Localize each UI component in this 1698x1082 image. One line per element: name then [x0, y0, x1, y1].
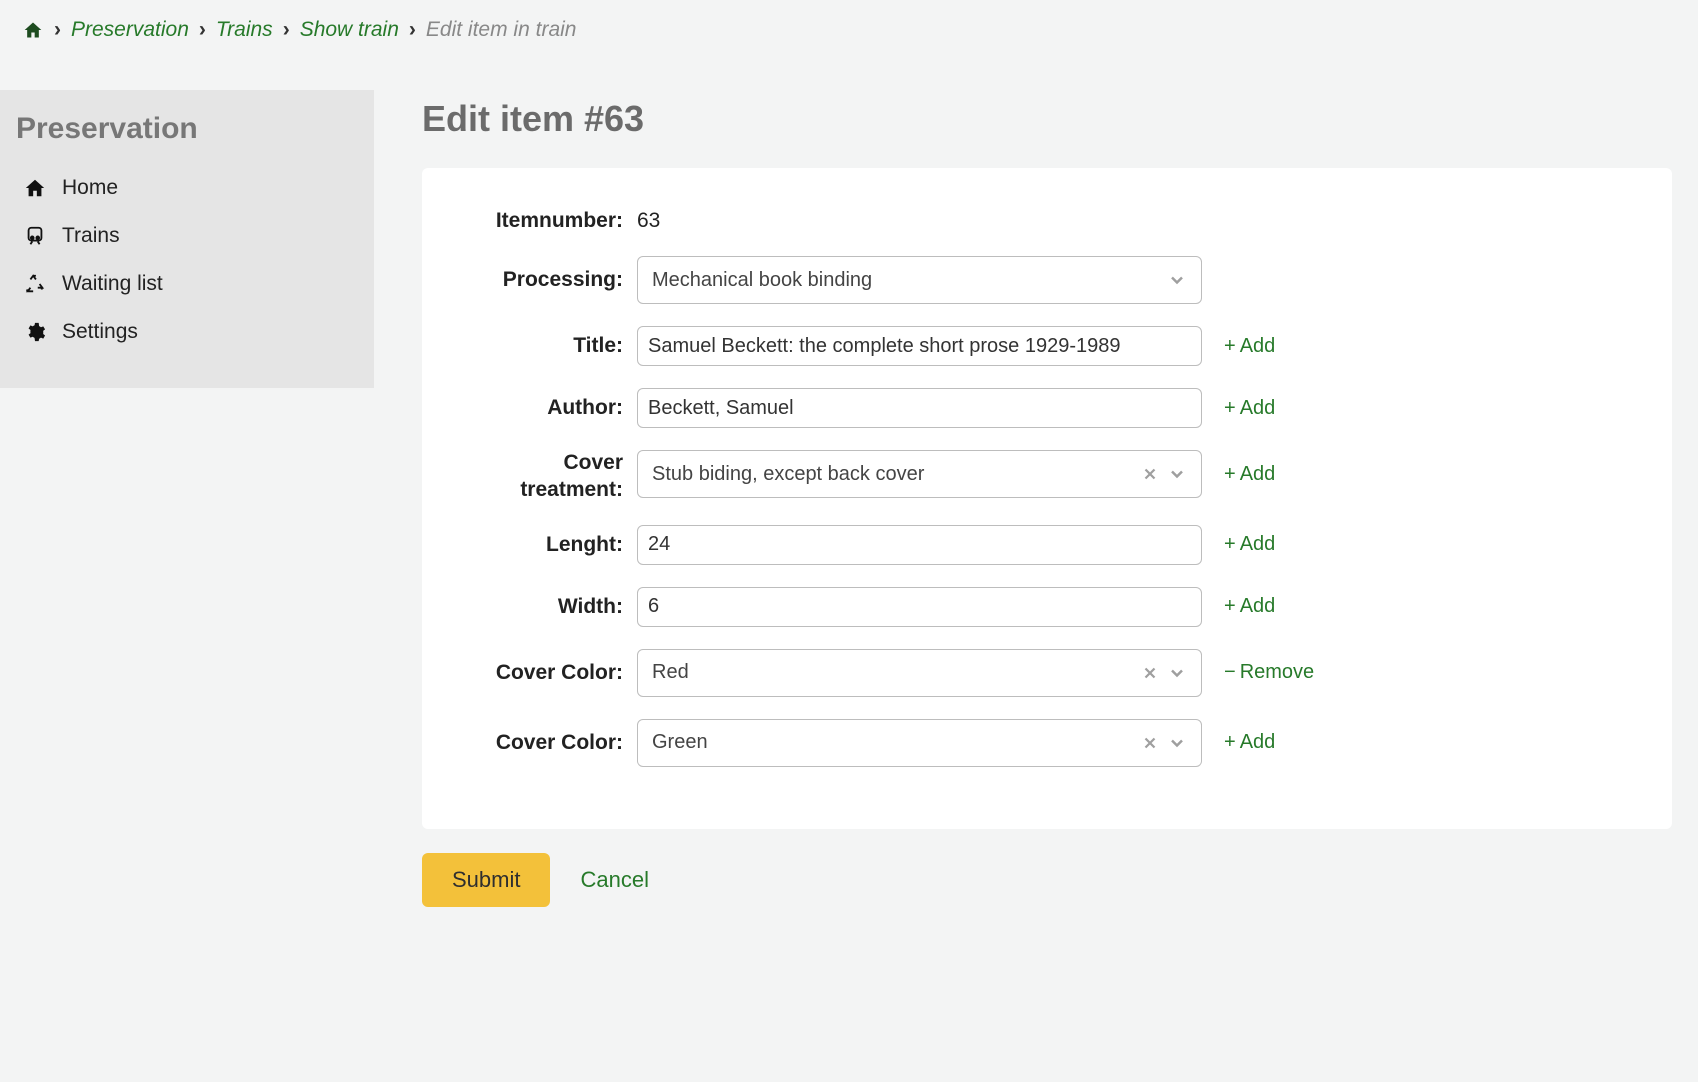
breadcrumb-link-preservation[interactable]: Preservation: [71, 18, 189, 42]
form-card: Itemnumber: 63 Processing: Mechanical bo…: [422, 168, 1672, 829]
home-icon: [24, 177, 52, 199]
form-row-width: Width: + Add: [462, 587, 1632, 627]
width-input[interactable]: [637, 587, 1202, 627]
breadcrumb-link-trains[interactable]: Trains: [216, 18, 273, 42]
breadcrumb: › Preservation › Trains › Show train › E…: [0, 0, 1698, 60]
submit-button[interactable]: Submit: [422, 853, 550, 907]
title-input[interactable]: [637, 326, 1202, 366]
add-button[interactable]: + Add: [1224, 731, 1275, 754]
clear-icon[interactable]: [1141, 734, 1159, 752]
form-row-length: Lenght: + Add: [462, 525, 1632, 565]
plus-icon: +: [1224, 397, 1236, 420]
action-label: Add: [1240, 397, 1276, 420]
field-label: Processing:: [462, 267, 637, 293]
cover-color-select[interactable]: Red: [637, 649, 1202, 697]
breadcrumb-separator: ›: [54, 18, 61, 42]
form-row-cover-color-2: Cover Color: Green + Add: [462, 719, 1632, 767]
cover-color-select[interactable]: Green: [637, 719, 1202, 767]
actions-bar: Submit Cancel: [422, 853, 1672, 907]
plus-icon: +: [1224, 533, 1236, 556]
sidebar: Preservation Home Trains Waiting list Se…: [0, 90, 374, 388]
minus-icon: −: [1224, 661, 1236, 684]
sidebar-item-trains[interactable]: Trains: [16, 212, 358, 260]
sidebar-item-label: Trains: [62, 224, 120, 248]
field-label: Itemnumber:: [462, 208, 637, 234]
sidebar-item-label: Settings: [62, 320, 138, 344]
action-label: Add: [1240, 731, 1276, 754]
main-content: Edit item #63 Itemnumber: 63 Processing:…: [374, 60, 1698, 947]
remove-button[interactable]: − Remove: [1224, 661, 1314, 684]
action-label: Add: [1240, 463, 1276, 486]
breadcrumb-separator: ›: [199, 18, 206, 42]
field-label: Cover Color:: [462, 730, 637, 756]
chevron-down-icon: [1167, 733, 1187, 753]
processing-select[interactable]: Mechanical book binding: [637, 256, 1202, 304]
add-button[interactable]: + Add: [1224, 463, 1275, 486]
sidebar-item-settings[interactable]: Settings: [16, 308, 358, 356]
form-row-itemnumber: Itemnumber: 63: [462, 208, 1632, 234]
plus-icon: +: [1224, 731, 1236, 754]
length-input[interactable]: [637, 525, 1202, 565]
breadcrumb-separator: ›: [409, 18, 416, 42]
form-row-processing: Processing: Mechanical book binding: [462, 256, 1632, 304]
breadcrumb-home-link[interactable]: [22, 20, 44, 40]
form-row-title: Title: + Add: [462, 326, 1632, 366]
plus-icon: +: [1224, 595, 1236, 618]
action-label: Add: [1240, 595, 1276, 618]
recycle-icon: [24, 273, 52, 295]
select-value: Stub biding, except back cover: [652, 463, 924, 486]
cover-treatment-select[interactable]: Stub biding, except back cover: [637, 450, 1202, 498]
add-button[interactable]: + Add: [1224, 533, 1275, 556]
plus-icon: +: [1224, 335, 1236, 358]
cancel-link[interactable]: Cancel: [580, 867, 648, 893]
sidebar-item-home[interactable]: Home: [16, 164, 358, 212]
breadcrumb-current: Edit item in train: [426, 18, 577, 42]
breadcrumb-link-show-train[interactable]: Show train: [300, 18, 399, 42]
breadcrumb-separator: ›: [283, 18, 290, 42]
author-input[interactable]: [637, 388, 1202, 428]
sidebar-item-waiting-list[interactable]: Waiting list: [16, 260, 358, 308]
clear-icon[interactable]: [1141, 465, 1159, 483]
sidebar-item-label: Home: [62, 176, 118, 200]
add-button[interactable]: + Add: [1224, 335, 1275, 358]
form-row-cover-treatment: Cover treatment: Stub biding, except bac…: [462, 450, 1632, 503]
sidebar-item-label: Waiting list: [62, 272, 163, 296]
gear-icon: [24, 321, 52, 343]
action-label: Add: [1240, 533, 1276, 556]
field-label: Cover Color:: [462, 660, 637, 686]
home-icon: [22, 20, 44, 40]
itemnumber-value: 63: [637, 209, 660, 233]
field-label: Width:: [462, 594, 637, 620]
action-label: Remove: [1240, 661, 1314, 684]
add-button[interactable]: + Add: [1224, 397, 1275, 420]
field-label: Cover treatment:: [462, 450, 637, 503]
field-label: Lenght:: [462, 532, 637, 558]
action-label: Add: [1240, 335, 1276, 358]
field-label: Author:: [462, 395, 637, 421]
select-value: Red: [652, 661, 689, 684]
plus-icon: +: [1224, 463, 1236, 486]
form-row-cover-color-1: Cover Color: Red − Remove: [462, 649, 1632, 697]
chevron-down-icon: [1167, 270, 1187, 290]
chevron-down-icon: [1167, 464, 1187, 484]
page-title: Edit item #63: [422, 98, 1672, 140]
select-value: Mechanical book binding: [652, 269, 872, 292]
field-label: Title:: [462, 333, 637, 359]
form-row-author: Author: + Add: [462, 388, 1632, 428]
add-button[interactable]: + Add: [1224, 595, 1275, 618]
train-icon: [24, 225, 52, 247]
chevron-down-icon: [1167, 663, 1187, 683]
select-value: Green: [652, 731, 708, 754]
clear-icon[interactable]: [1141, 664, 1159, 682]
sidebar-title: Preservation: [16, 112, 358, 146]
